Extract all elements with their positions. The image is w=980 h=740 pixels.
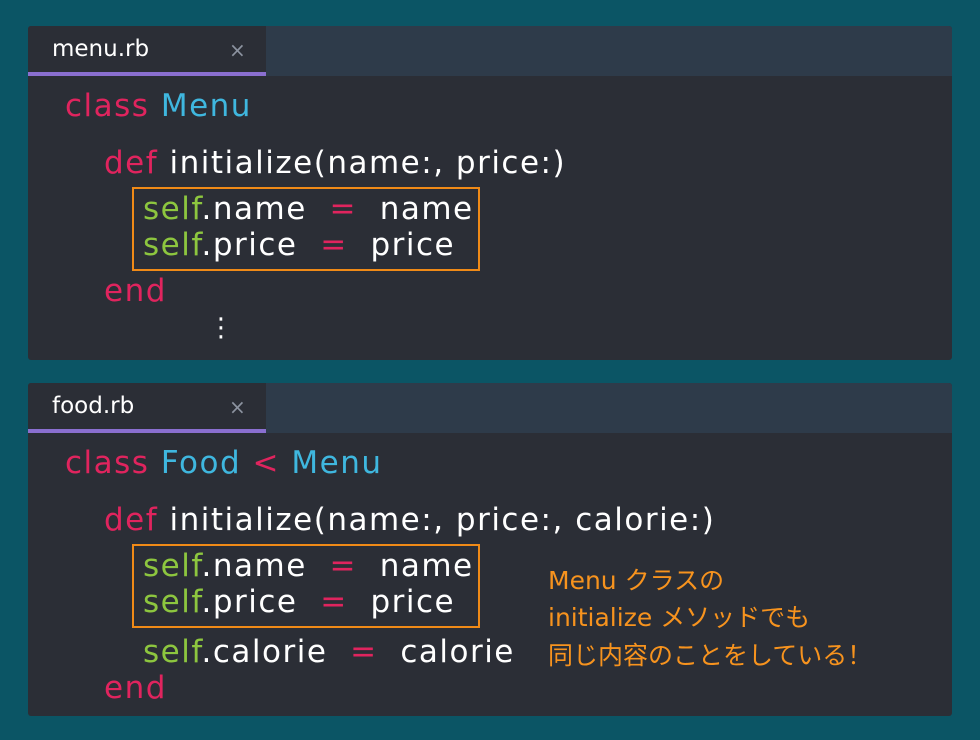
code-line-def: def initialize(name:, price:) — [104, 145, 566, 181]
keyword-self: self — [143, 191, 202, 227]
attr-name: .name — [201, 548, 307, 584]
class-name: Food — [160, 445, 242, 481]
annotation-line-2: initialize メソッドでも — [548, 603, 811, 632]
keyword-self: self — [143, 584, 202, 620]
keyword-def: def — [104, 502, 159, 538]
code-line-end: end — [104, 670, 167, 706]
attr-price: .price — [201, 227, 298, 263]
tab-food-rb[interactable]: food.rb × — [28, 383, 266, 433]
tab-menu-rb[interactable]: menu.rb × — [28, 26, 266, 76]
code-area[interactable]: class Menu def initialize(name:, price:)… — [28, 76, 952, 360]
keyword-def: def — [104, 145, 159, 181]
code-line-class: class Menu — [65, 88, 252, 124]
annotation-line-3: 同じ内容のことをしている！ — [548, 641, 873, 670]
assign-operator: = — [329, 548, 357, 584]
attr-name: .name — [201, 191, 307, 227]
code-line-self-name: self.name = name — [143, 191, 474, 227]
class-name: Menu — [160, 88, 252, 124]
ellipsis-icon: ⋮ — [208, 313, 236, 343]
keyword-class: class — [65, 88, 150, 124]
code-line-self-price: self.price = price — [143, 227, 455, 263]
tab-bar: menu.rb × — [28, 26, 952, 76]
code-line-end: end — [104, 273, 167, 309]
code-line-self-price: self.price = price — [143, 584, 455, 620]
annotation-line-1: Menu クラスの — [548, 566, 725, 595]
keyword-self: self — [143, 227, 202, 263]
value-calorie: calorie — [400, 634, 515, 670]
parent-class-name: Menu — [291, 445, 383, 481]
tab-filename: menu.rb — [52, 36, 150, 62]
value-name: name — [379, 548, 474, 584]
close-icon[interactable]: × — [229, 38, 246, 62]
assign-operator: = — [320, 584, 348, 620]
method-signature: initialize(name:, price:) — [169, 145, 567, 181]
value-price: price — [370, 227, 456, 263]
tab-filename: food.rb — [52, 393, 135, 419]
keyword-end: end — [104, 273, 167, 309]
code-line-def: def initialize(name:, price:, calorie:) — [104, 502, 715, 538]
keyword-class: class — [65, 445, 150, 481]
close-icon[interactable]: × — [229, 395, 246, 419]
value-name: name — [379, 191, 474, 227]
attr-calorie: .calorie — [201, 634, 328, 670]
keyword-self: self — [143, 548, 202, 584]
method-signature: initialize(name:, price:, calorie:) — [169, 502, 716, 538]
tab-bar: food.rb × — [28, 383, 952, 433]
inherit-operator: < — [252, 445, 281, 481]
assign-operator: = — [320, 227, 348, 263]
keyword-end: end — [104, 670, 167, 706]
assign-operator: = — [350, 634, 378, 670]
code-line-self-name: self.name = name — [143, 548, 474, 584]
code-line-class: class Food < Menu — [65, 445, 383, 481]
value-price: price — [370, 584, 456, 620]
editor-menu-rb: menu.rb × class Menu def initialize(name… — [28, 26, 952, 360]
assign-operator: = — [329, 191, 357, 227]
code-line-self-calorie: self.calorie = calorie — [143, 634, 515, 670]
attr-price: .price — [201, 584, 298, 620]
keyword-self: self — [143, 634, 202, 670]
